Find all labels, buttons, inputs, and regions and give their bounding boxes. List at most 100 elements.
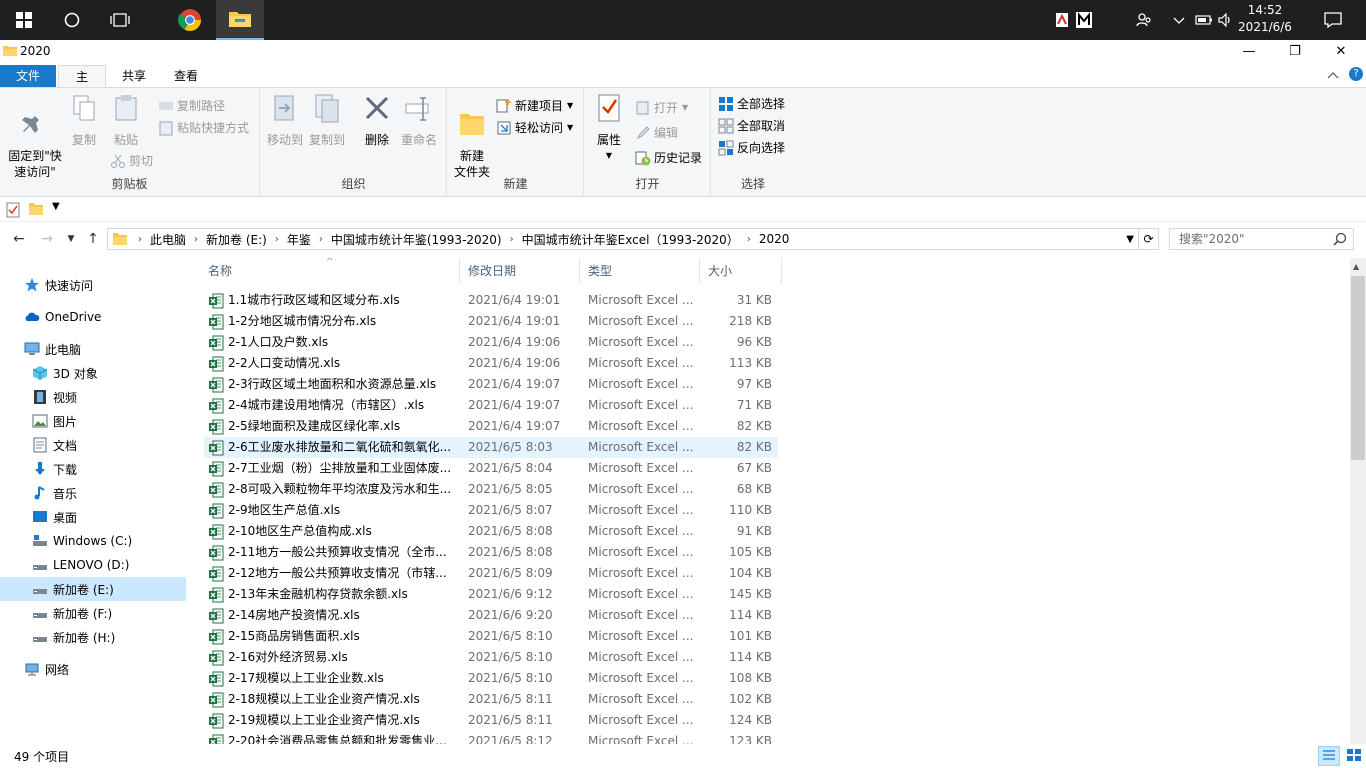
paste-shortcut-button[interactable]: 粘贴快捷方式 bbox=[158, 118, 249, 138]
properties-button[interactable]: 属性 ▼ bbox=[591, 92, 627, 164]
large-icons-view-button[interactable] bbox=[1344, 746, 1364, 766]
copy-path-button[interactable]: 复制路径 bbox=[158, 96, 225, 116]
scrollbar-thumb[interactable] bbox=[1351, 276, 1365, 460]
nav-quick-access[interactable]: 快速访问 bbox=[0, 273, 186, 297]
start-button[interactable] bbox=[0, 0, 48, 40]
vertical-scrollbar[interactable]: ▲ bbox=[1350, 258, 1366, 744]
select-none-button[interactable]: 全部取消 bbox=[718, 116, 785, 136]
breadcrumb-separator[interactable]: › bbox=[271, 234, 283, 245]
back-button[interactable]: ← bbox=[10, 230, 28, 248]
collapse-ribbon-icon[interactable] bbox=[1327, 71, 1339, 79]
file-row[interactable]: 2-8可吸入颗粒物年平均浓度及污水和生... 2021/6/5 8:05 Micro… bbox=[204, 479, 778, 500]
people-tray-button[interactable] bbox=[1134, 0, 1154, 40]
column-header-type[interactable]: 类型 bbox=[580, 258, 700, 284]
new-folder-button[interactable]: 新建 文件夹 bbox=[452, 92, 492, 180]
file-row[interactable]: 2-2人口变动情况.xls 2021/6/4 19:06 Microsoft Exc… bbox=[204, 353, 778, 374]
breadcrumb-separator[interactable]: › bbox=[506, 234, 518, 245]
nav-3d-objects[interactable]: 3D 对象 bbox=[0, 361, 186, 385]
tray-app-icon-2[interactable] bbox=[1074, 0, 1094, 40]
nav-downloads[interactable]: 下载 bbox=[0, 457, 186, 481]
file-row[interactable]: 2-5绿地面积及建成区绿化率.xls 2021/6/4 19:07 Microsof… bbox=[204, 416, 778, 437]
paste-button[interactable]: 粘贴 bbox=[108, 92, 144, 148]
forward-button[interactable]: → bbox=[38, 230, 56, 248]
file-row[interactable]: 2-3行政区域土地面积和水资源总量.xls 2021/6/4 19:07 Micro… bbox=[204, 374, 778, 395]
clock[interactable]: 14:52 2021/6/6 bbox=[1230, 2, 1300, 36]
nav-music[interactable]: 音乐 bbox=[0, 481, 186, 505]
column-header-name[interactable]: 名称 ^ bbox=[200, 258, 460, 284]
properties-qat-icon[interactable] bbox=[6, 202, 20, 218]
file-row[interactable]: 2-9地区生产总值.xls 2021/6/5 8:07 Microsoft Exce… bbox=[204, 500, 778, 521]
tray-overflow-button[interactable] bbox=[1170, 0, 1188, 40]
nav-drive-h[interactable]: 新加卷 (H:) bbox=[0, 625, 186, 649]
nav-documents[interactable]: 文档 bbox=[0, 433, 186, 457]
file-row[interactable]: 2-14房地产投资情况.xls 2021/6/6 9:20 Microsoft Ex… bbox=[204, 605, 778, 626]
nav-pictures[interactable]: 图片 bbox=[0, 409, 186, 433]
open-button[interactable]: 打开 ▼ bbox=[635, 98, 688, 118]
search-input[interactable]: 搜索"2020" bbox=[1169, 228, 1354, 250]
address-dropdown-icon[interactable]: ▼ bbox=[1126, 234, 1134, 245]
file-row[interactable]: 2-4城市建设用地情况（市辖区）.xls 2021/6/4 19:07 Micros… bbox=[204, 395, 778, 416]
file-row[interactable]: 2-19规模以上工业企业资产情况.xls 2021/6/5 8:11 Microso… bbox=[204, 710, 778, 731]
nav-desktop[interactable]: 桌面 bbox=[0, 505, 186, 529]
minimize-button[interactable]: — bbox=[1226, 40, 1272, 63]
breadcrumb-city-yearbook-excel[interactable]: 中国城市统计年鉴Excel（1993-2020） bbox=[518, 231, 743, 248]
breadcrumb-separator[interactable]: › bbox=[190, 234, 202, 245]
column-header-date[interactable]: 修改日期 bbox=[460, 258, 580, 284]
action-center-button[interactable] bbox=[1318, 0, 1348, 40]
nav-drive-f[interactable]: 新加卷 (F:) bbox=[0, 601, 186, 625]
task-view-button[interactable] bbox=[96, 0, 144, 40]
file-row[interactable]: 2-13年末金融机构存贷款余额.xls 2021/6/6 9:12 Microsof… bbox=[204, 584, 778, 605]
select-all-button[interactable]: 全部选择 bbox=[718, 94, 785, 114]
new-item-button[interactable]: 新建项目 ▼ bbox=[496, 96, 573, 116]
file-row[interactable]: 2-16对外经济贸易.xls 2021/6/5 8:10 Microsoft Exc… bbox=[204, 647, 778, 668]
close-button[interactable]: ✕ bbox=[1318, 40, 1364, 63]
customize-qat-dropdown-icon[interactable]: ▼ bbox=[52, 201, 60, 212]
nav-this-pc[interactable]: 此电脑 bbox=[0, 337, 186, 361]
breadcrumb-city-yearbook[interactable]: 中国城市统计年鉴(1993-2020) bbox=[327, 231, 506, 248]
address-bar[interactable]: › 此电脑 › 新加卷 (E:) › 年鉴 › 中国城市统计年鉴(1993-20… bbox=[107, 228, 1139, 250]
move-to-button[interactable]: 移动到 bbox=[265, 92, 305, 148]
breadcrumb-drive-e[interactable]: 新加卷 (E:) bbox=[202, 231, 271, 248]
breadcrumb-yearbook[interactable]: 年鉴 bbox=[283, 231, 315, 248]
tab-file[interactable]: 文件 bbox=[0, 65, 56, 87]
history-button[interactable]: 历史记录 bbox=[635, 148, 702, 168]
details-view-button[interactable] bbox=[1318, 746, 1340, 766]
tray-app-icon-1[interactable] bbox=[1052, 0, 1072, 40]
nav-network[interactable]: 网络 bbox=[0, 657, 186, 681]
file-row[interactable]: 2-12地方一般公共预算收支情况（市辖... 2021/6/5 8:09 Micro… bbox=[204, 563, 778, 584]
breadcrumb-2020[interactable]: 2020 bbox=[755, 232, 794, 246]
breadcrumb-separator[interactable]: › bbox=[743, 234, 755, 245]
file-row[interactable]: 1-2分地区城市情况分布.xls 2021/6/4 19:01 Microsoft … bbox=[204, 311, 778, 332]
copy-to-button[interactable]: 复制到 bbox=[307, 92, 347, 148]
file-row[interactable]: 2-20社会消费品零售总额和批发零售业... 2021/6/5 8:12 Micro… bbox=[204, 731, 778, 744]
file-row[interactable]: 2-17规模以上工业企业数.xls 2021/6/5 8:10 Microsoft … bbox=[204, 668, 778, 689]
up-button[interactable]: ↑ bbox=[84, 230, 102, 248]
tab-share[interactable]: 共享 bbox=[110, 65, 158, 87]
tab-home[interactable]: 主页 bbox=[58, 65, 106, 106]
edit-button[interactable]: 编辑 bbox=[635, 123, 678, 143]
maximize-button[interactable]: ❐ bbox=[1272, 40, 1318, 63]
nav-drive-c[interactable]: Windows (C:) bbox=[0, 529, 186, 553]
nav-onedrive[interactable]: OneDrive bbox=[0, 305, 186, 329]
rename-button[interactable]: 重命名 bbox=[399, 92, 439, 148]
file-row[interactable]: 2-7工业烟（粉）尘排放量和工业固体废... 2021/6/5 8:04 Micro… bbox=[204, 458, 778, 479]
battery-tray-button[interactable] bbox=[1194, 0, 1214, 40]
nav-drive-e[interactable]: 新加卷 (E:) bbox=[0, 577, 186, 601]
breadcrumb-this-pc[interactable]: 此电脑 bbox=[146, 231, 190, 248]
new-folder-qat-icon[interactable] bbox=[28, 202, 44, 216]
invert-selection-button[interactable]: 反向选择 bbox=[718, 138, 785, 158]
nav-drive-d[interactable]: LENOVO (D:) bbox=[0, 553, 186, 577]
delete-button[interactable]: 删除 bbox=[361, 92, 393, 148]
easy-access-button[interactable]: 轻松访问 ▼ bbox=[496, 118, 573, 138]
file-row[interactable]: 1.1城市行政区域和区域分布.xls 2021/6/4 19:01 Microsof… bbox=[204, 290, 778, 311]
nav-videos[interactable]: 视频 bbox=[0, 385, 186, 409]
file-row[interactable]: 2-1人口及户数.xls 2021/6/4 19:06 Microsoft Exce… bbox=[204, 332, 778, 353]
file-explorer-taskbar-button[interactable] bbox=[216, 0, 264, 40]
copy-button[interactable]: 复制 bbox=[68, 92, 100, 148]
recent-locations-dropdown-icon[interactable]: ▼ bbox=[62, 230, 80, 248]
scroll-up-icon[interactable]: ▲ bbox=[1353, 262, 1359, 271]
chrome-taskbar-button[interactable] bbox=[166, 0, 214, 40]
file-row[interactable]: 2-11地方一般公共预算收支情况（全市... 2021/6/5 8:08 Micro… bbox=[204, 542, 778, 563]
refresh-button[interactable]: ⟳ bbox=[1139, 228, 1159, 250]
file-row[interactable]: 2-10地区生产总值构成.xls 2021/6/5 8:08 Microsoft E… bbox=[204, 521, 778, 542]
